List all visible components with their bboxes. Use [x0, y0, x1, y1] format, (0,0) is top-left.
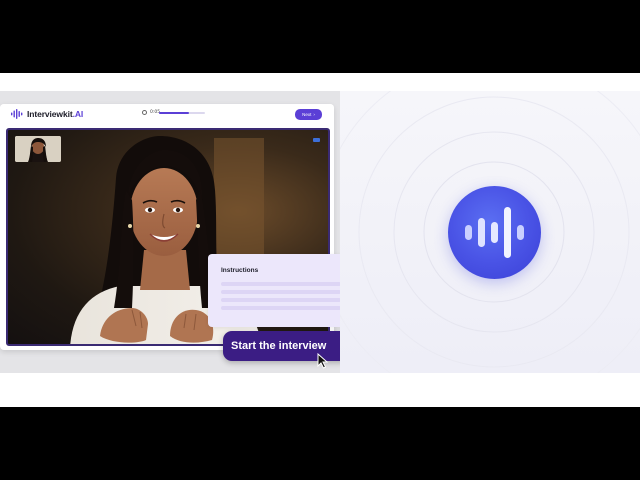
- clock-icon: [142, 110, 147, 115]
- chevron-right-icon: ›: [313, 112, 315, 117]
- camera-indicator: [313, 138, 320, 142]
- next-button-label: Next: [302, 112, 312, 117]
- progress-bar: [159, 112, 205, 114]
- next-button[interactable]: Next ›: [295, 109, 322, 120]
- voice-assistant-panel: [340, 91, 640, 373]
- soundwave-icon: [11, 109, 23, 119]
- brand-name: Interviewkit.AI: [27, 109, 84, 119]
- instruction-placeholder-line: [221, 306, 340, 310]
- instruction-placeholder-line: [221, 298, 340, 302]
- voice-wave-icon: [465, 207, 524, 258]
- brand-logo[interactable]: Interviewkit.AI: [11, 109, 83, 119]
- voice-orb-button[interactable]: [448, 186, 541, 279]
- progress-fill: [159, 112, 189, 114]
- instruction-placeholder-line: [221, 290, 340, 294]
- instruction-placeholder-line: [221, 282, 340, 286]
- app-header: Interviewkit.AI 0:05 Next ›: [0, 104, 334, 124]
- mouse-pointer-icon: [317, 353, 329, 369]
- timer: 0:05: [142, 110, 160, 115]
- self-view-thumbnail: [15, 136, 61, 162]
- instructions-card: Instructions: [208, 254, 340, 327]
- instructions-title: Instructions: [221, 267, 259, 274]
- stage: Interviewkit.AI 0:05 Next › Instructions…: [0, 0, 640, 480]
- brand-suffix: .AI: [72, 109, 84, 119]
- interview-preview: Interviewkit.AI 0:05 Next › Instructions…: [0, 91, 340, 373]
- self-view-portrait: [15, 136, 61, 162]
